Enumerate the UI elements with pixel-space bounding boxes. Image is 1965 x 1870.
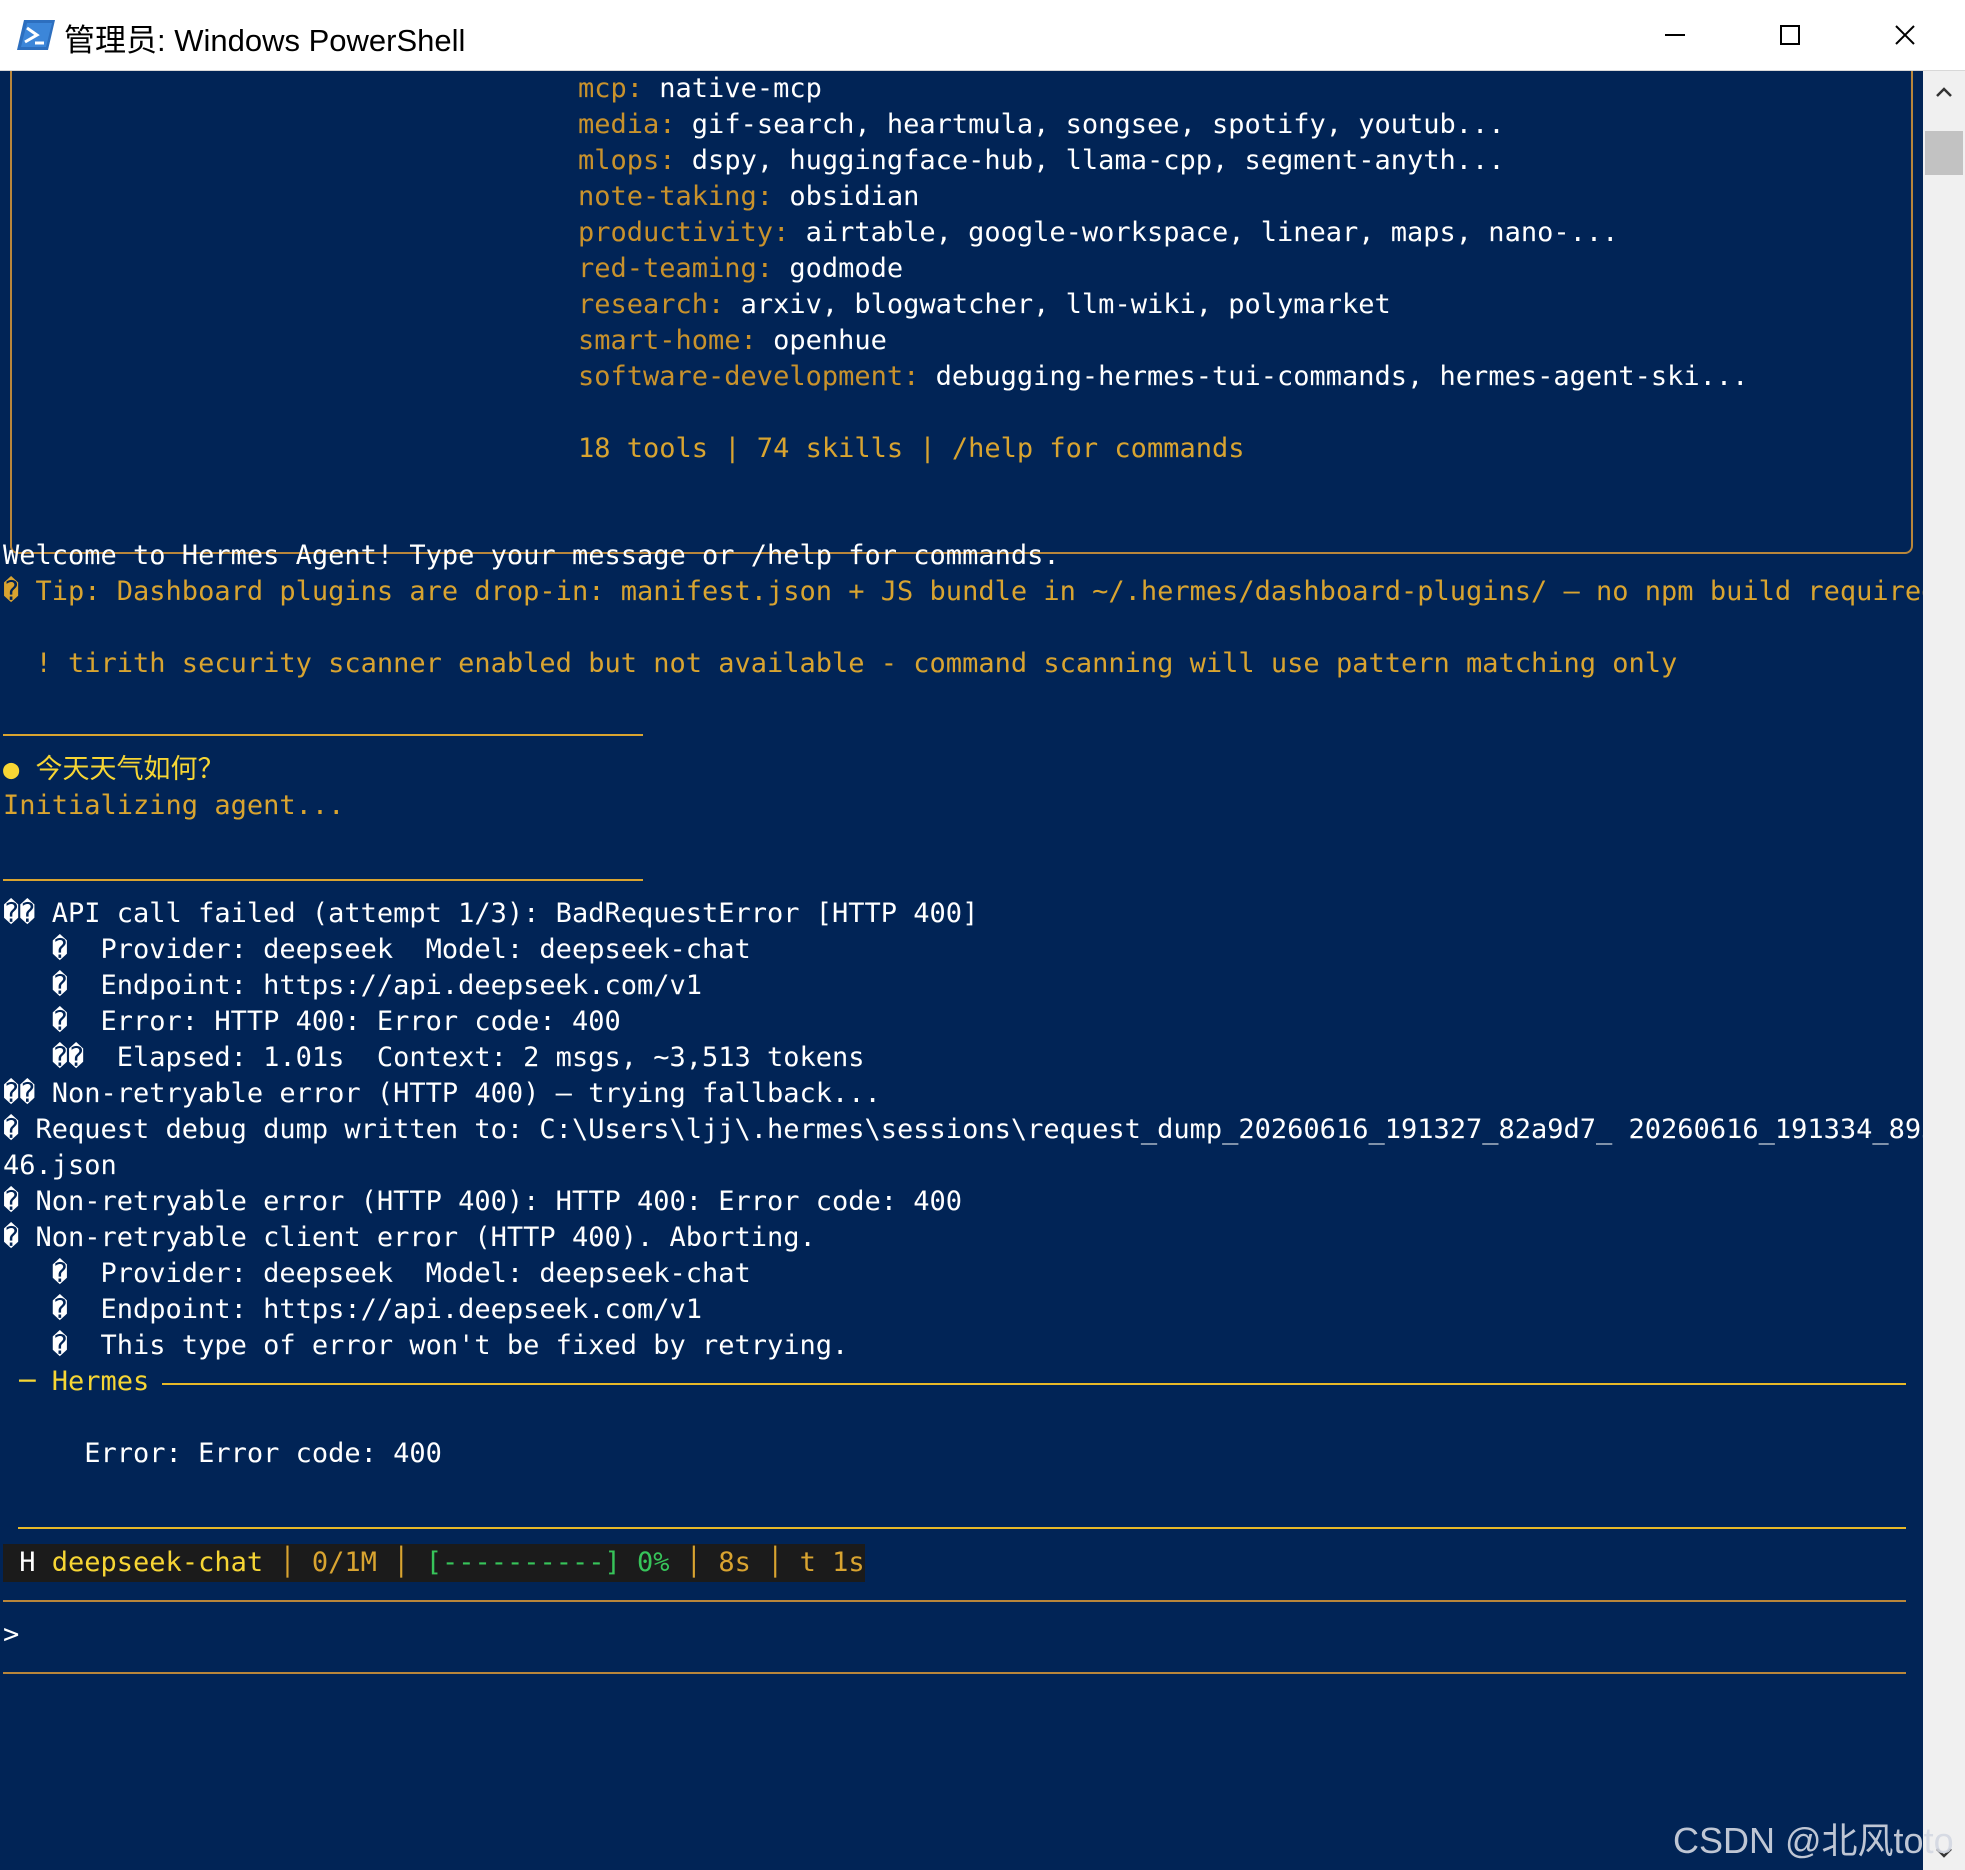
title-bar: 管理员: Windows PowerShell [0, 0, 1965, 71]
user-message: ● 今天天气如何？ [3, 754, 225, 785]
hermes-response-label: ─ Hermes [3, 1366, 150, 1397]
divider [18, 1527, 1906, 1529]
status-model: deepseek-chat [35, 1547, 264, 1578]
banner-category-software-development: software-development: debugging-hermes-t… [578, 361, 1749, 392]
scrollbar-thumb[interactable] [1925, 131, 1963, 175]
log-elapsed: �� Elapsed: 1.01s Context: 2 msgs, ~3,51… [3, 1042, 865, 1073]
initializing-status: Initializing agent... [3, 790, 345, 821]
window-title: 管理员: Windows PowerShell [64, 23, 466, 58]
vertical-scrollbar[interactable] [1923, 71, 1965, 1870]
status-line: H deepseek-chat │ 0/1M │ [----------] 0%… [3, 1547, 865, 1578]
log-no-retry: � This type of error won't be fixed by r… [3, 1330, 849, 1361]
divider [3, 1600, 1906, 1602]
banner-category-mcp: mcp: native-mcp [578, 73, 822, 104]
log-debug-dump-continued: 46.json [3, 1150, 117, 1181]
log-error: � Error: HTTP 400: Error code: 400 [3, 1006, 621, 1037]
close-icon [1895, 25, 1915, 45]
banner-category-red-teaming: red-teaming: godmode [578, 253, 904, 284]
log-non-retryable-fallback: �� Non-retryable error (HTTP 400) — tryi… [3, 1078, 881, 1109]
log-endpoint: � Endpoint: https://api.deepseek.com/v1 [3, 1294, 702, 1325]
minimize-button[interactable] [1618, 0, 1733, 70]
watermark: CSDN @北风toto [1673, 1820, 1954, 1861]
banner-summary: 18 tools | 74 skills | /help for command… [578, 433, 1245, 464]
hermes-divider [162, 1383, 1906, 1385]
banner-category-productivity: productivity: airtable, google-workspace… [578, 217, 1619, 248]
terminal-content[interactable]: mcp: native-mcp media: gif-search, heart… [0, 71, 1923, 1870]
status-tokens: 0/1M [311, 1547, 377, 1578]
maximize-icon [1780, 25, 1800, 45]
status-prefix: H [3, 1547, 36, 1578]
powershell-icon [16, 18, 56, 52]
tip-message: � Tip: Dashboard plugins are drop-in: ma… [3, 576, 1923, 607]
status-turn-time: t 1s [799, 1547, 865, 1578]
close-button[interactable] [1848, 0, 1963, 70]
scroll-up-icon[interactable] [1935, 85, 1953, 99]
input-prompt[interactable]: > [3, 1618, 19, 1652]
log-debug-dump: � Request debug dump written to: C:\User… [3, 1114, 1923, 1145]
banner-category-note-taking: note-taking: obsidian [578, 181, 920, 212]
log-endpoint: � Endpoint: https://api.deepseek.com/v1 [3, 970, 702, 1001]
welcome-message: Welcome to Hermes Agent! Type your messa… [3, 540, 1060, 571]
divider [3, 734, 643, 736]
maximize-button[interactable] [1733, 0, 1848, 70]
hermes-error: Error: Error code: 400 [3, 1438, 442, 1469]
banner-category-research: research: arxiv, blogwatcher, llm-wiki, … [578, 289, 1391, 320]
status-percent: 0% [620, 1547, 670, 1578]
minimize-icon [1665, 34, 1685, 36]
log-non-retryable-error: � Non-retryable error (HTTP 400): HTTP 4… [3, 1186, 963, 1217]
banner-category-mlops: mlops: dspy, huggingface-hub, llama-cpp,… [578, 145, 1505, 176]
log-non-retryable-client: � Non-retryable client error (HTTP 400).… [3, 1222, 816, 1253]
log-provider: � Provider: deepseek Model: deepseek-cha… [3, 1258, 751, 1289]
banner-category-media: media: gif-search, heartmula, songsee, s… [578, 109, 1505, 140]
log-provider: � Provider: deepseek Model: deepseek-cha… [3, 934, 751, 965]
divider [3, 1672, 1906, 1674]
status-progress: [----------] [425, 1547, 621, 1578]
security-warning: ! tirith security scanner enabled but no… [3, 648, 1678, 679]
divider [3, 879, 643, 881]
status-time: 8s [718, 1547, 751, 1578]
log-api-failed: �� API call failed (attempt 1/3): BadReq… [3, 898, 979, 929]
banner-category-smart-home: smart-home: openhue [578, 325, 887, 356]
